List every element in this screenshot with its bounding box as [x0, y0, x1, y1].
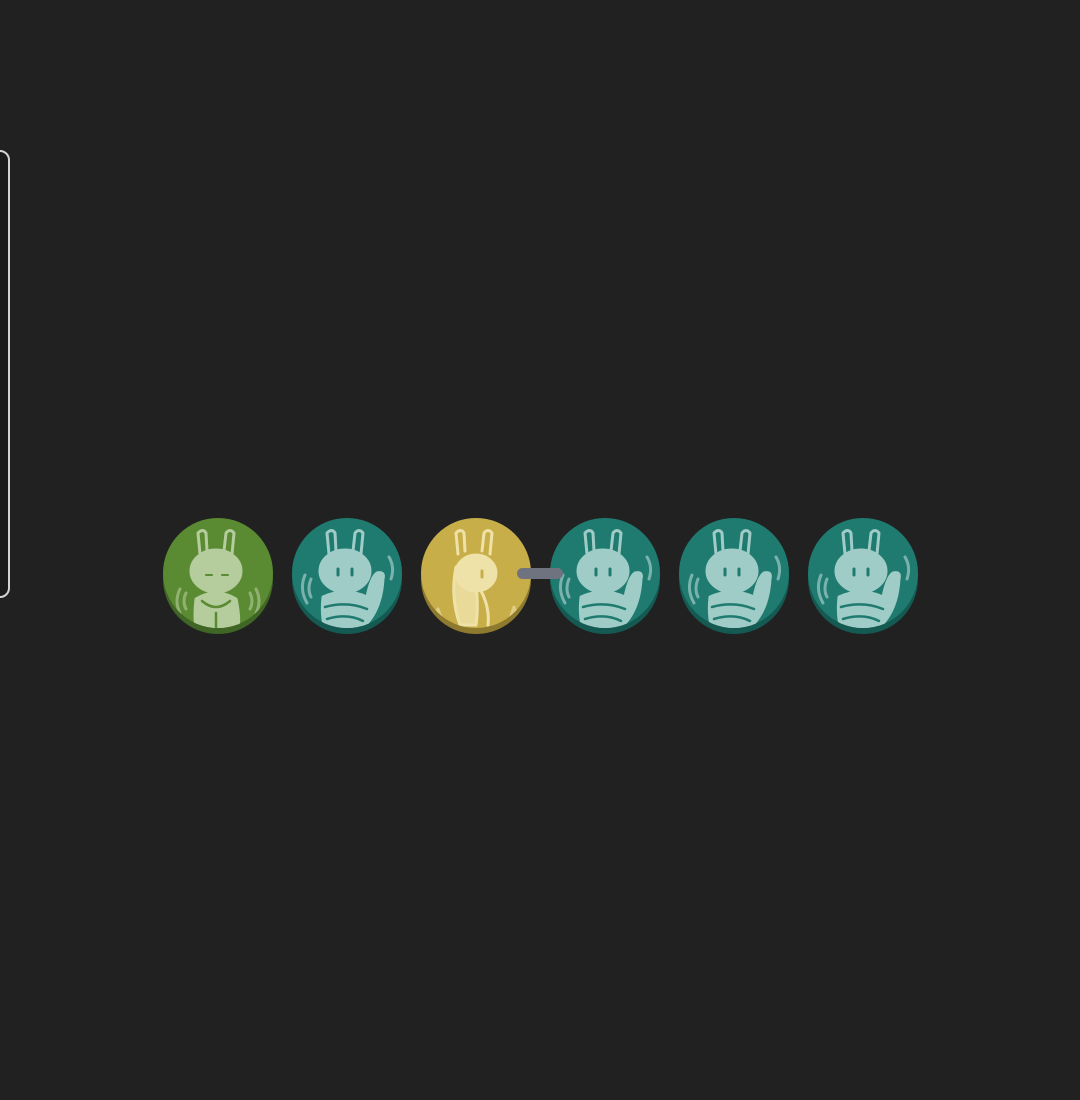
token-4[interactable] — [549, 517, 661, 637]
token-1[interactable] — [162, 517, 274, 637]
rabbit-icon — [679, 518, 789, 634]
rabbit-icon — [421, 518, 531, 634]
rabbit-icon — [292, 518, 402, 634]
rabbit-icon — [550, 518, 660, 634]
token-3[interactable] — [420, 517, 532, 637]
rabbit-icon — [163, 518, 273, 634]
rabbit-icon — [808, 518, 918, 634]
token-6[interactable] — [807, 517, 919, 637]
token-5[interactable] — [678, 517, 790, 637]
token-2[interactable] — [291, 517, 403, 637]
side-panel-edge[interactable] — [0, 150, 10, 598]
token-row — [162, 517, 922, 637]
connector-bar — [517, 568, 563, 579]
